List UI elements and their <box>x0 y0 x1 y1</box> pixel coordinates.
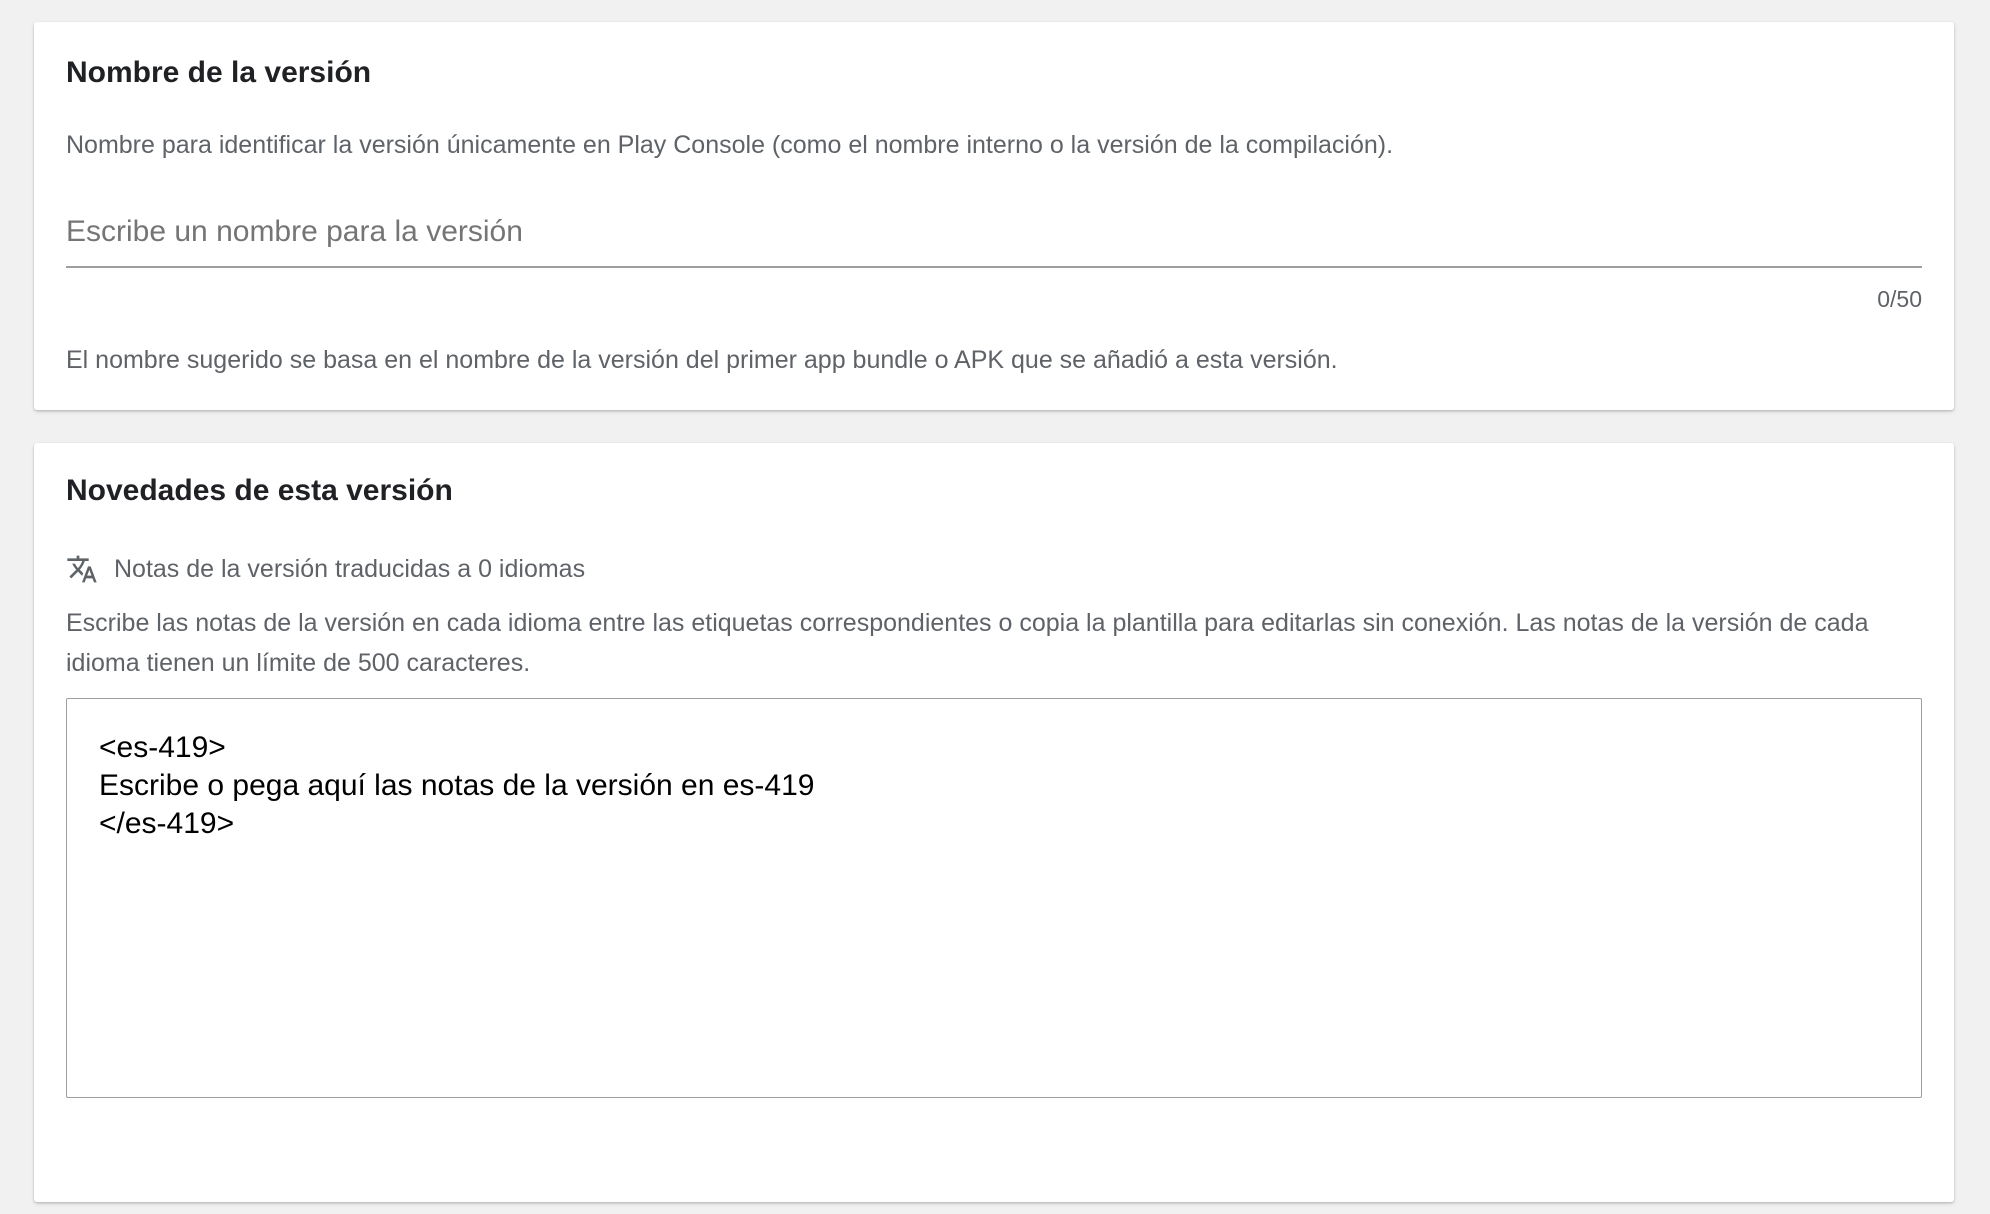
version-name-title: Nombre de la versión <box>66 56 372 89</box>
version-name-description: Nombre para identificar la versión única… <box>66 131 1394 159</box>
version-name-input[interactable] <box>66 208 1922 268</box>
character-counter: 0/50 <box>1877 286 1922 312</box>
translate-icon <box>66 553 98 585</box>
translations-label: Notas de la versión traducidas a 0 idiom… <box>114 554 586 583</box>
translations-status: Notas de la versión traducidas a 0 idiom… <box>66 549 585 589</box>
release-notes-card: Novedades de esta versión Notas de la ve… <box>34 443 1954 1202</box>
release-notes-textarea[interactable] <box>66 698 1922 1098</box>
version-name-hint: El nombre sugerido se basa en el nombre … <box>66 346 1338 374</box>
version-name-card: Nombre de la versión Nombre para identif… <box>34 22 1954 410</box>
release-notes-description: Escribe las notas de la versión en cada … <box>66 609 1869 677</box>
release-notes-title: Novedades de esta versión <box>66 474 453 507</box>
